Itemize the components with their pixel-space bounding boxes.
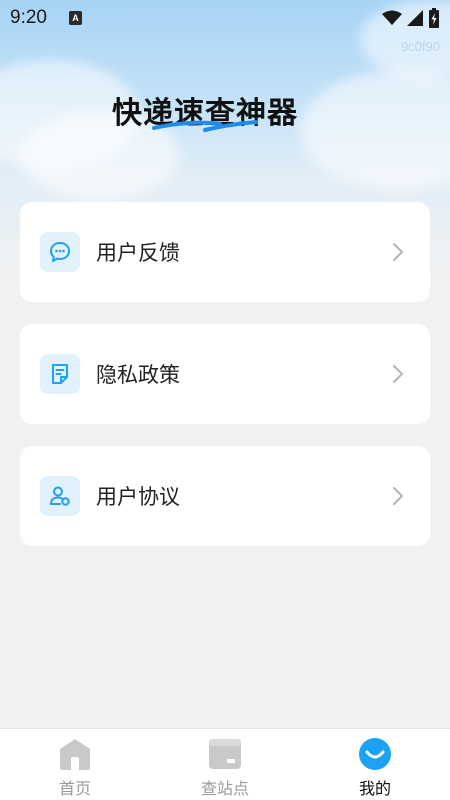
- tab-label: 我的: [358, 779, 391, 798]
- watermark: 9c0f90: [400, 39, 440, 54]
- status-bar: 9:20 A: [0, 0, 450, 36]
- document-icon: [40, 354, 80, 394]
- chevron-right-icon: [386, 362, 410, 386]
- menu-item-label: 隐私政策: [96, 363, 180, 387]
- menu-item-feedback[interactable]: 用户反馈: [20, 202, 430, 302]
- menu-item-privacy-policy[interactable]: 隐私政策: [20, 324, 430, 424]
- station-icon: [209, 739, 241, 769]
- chevron-right-icon: [386, 484, 410, 508]
- user-agreement-icon: [40, 476, 80, 516]
- bottom-tab-bar: 首页 查站点 我的: [0, 728, 450, 800]
- tab-mine[interactable]: 我的: [300, 729, 450, 800]
- tab-label: 首页: [58, 779, 91, 798]
- profile-smile-icon: [359, 738, 391, 770]
- tab-label: 查站点: [200, 779, 249, 798]
- tab-home[interactable]: 首页: [0, 729, 150, 800]
- tab-station-lookup[interactable]: 查站点: [150, 729, 300, 800]
- status-time: 9:20: [10, 7, 47, 28]
- battery-charging-icon: [429, 8, 439, 28]
- menu-item-label: 用户反馈: [96, 241, 180, 265]
- menu-item-user-agreement[interactable]: 用户协议: [20, 446, 430, 546]
- wifi-icon: [382, 10, 402, 25]
- home-icon: [60, 739, 90, 770]
- chat-bubble-icon: [40, 232, 80, 272]
- title-underline-swoosh: [152, 120, 258, 132]
- chevron-right-icon: [386, 240, 410, 264]
- menu-item-label: 用户协议: [96, 485, 180, 509]
- signal-icon: [407, 10, 423, 26]
- notification-a-icon: A: [68, 11, 82, 25]
